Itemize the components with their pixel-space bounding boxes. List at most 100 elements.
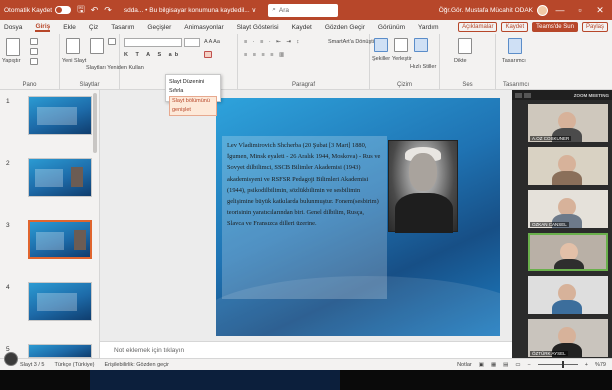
group-label-drawing: Çizim xyxy=(397,82,412,88)
tab-file[interactable]: Dosya xyxy=(4,24,22,31)
font-grow-shrink[interactable]: A A Aa xyxy=(204,39,220,45)
maximize-button[interactable]: ▫ xyxy=(572,5,588,15)
share-button[interactable]: Paylaş xyxy=(581,22,608,32)
dictate-icon[interactable] xyxy=(458,38,472,54)
title-bar: Otomatik Kaydet 🖫 ↶ ↷ sdda... • Bu bilgi… xyxy=(0,0,612,20)
accessibility-checker[interactable]: Erişilebilirlik: Gözden geçir xyxy=(105,362,170,368)
arrange-label[interactable]: Yerleştir xyxy=(392,56,412,62)
video-tile-active-speaker[interactable] xyxy=(528,233,608,271)
shapes-icon[interactable] xyxy=(374,38,388,52)
font-style-buttons[interactable]: K T A S ab xyxy=(124,52,181,58)
paste-label[interactable]: Yapıştır xyxy=(2,58,21,64)
dictate-label[interactable]: Dikte xyxy=(454,58,467,64)
zoom-in-icon[interactable]: + xyxy=(585,362,588,368)
video-tile[interactable]: A.OZ COSKUNER xyxy=(528,104,608,142)
slideshow-icon[interactable]: ▭ xyxy=(515,362,520,368)
participant-name: OZKAN CANSEL xyxy=(530,222,569,227)
user-account[interactable]: Öğr.Gör. Mustafa Mücahit ODAK — ▫ ✕ xyxy=(439,4,608,16)
close-button[interactable]: ✕ xyxy=(592,5,608,16)
video-tile[interactable] xyxy=(528,147,608,185)
copy-icon[interactable] xyxy=(30,48,38,55)
tab-home[interactable]: Giriş xyxy=(35,23,51,32)
quick-styles-label[interactable]: Hızlı Stiller xyxy=(410,64,436,70)
video-tile[interactable]: OZKAN CANSEL xyxy=(528,190,608,228)
menu-item-reset-layout[interactable]: Slayt Düzenini Sıfırla xyxy=(169,78,217,96)
undo-icon[interactable]: ↶ xyxy=(91,5,99,16)
layout-menu-popup: Slayt Düzenini Sıfırla Slayt bölümünü ge… xyxy=(165,74,221,116)
avatar[interactable] xyxy=(537,4,548,16)
reuse-slides-icon[interactable] xyxy=(90,38,104,54)
shapes-label[interactable]: Şekiller xyxy=(372,56,390,62)
group-label-paragraph: Paragraf xyxy=(291,82,315,88)
arrange-icon[interactable] xyxy=(394,38,408,52)
new-slide-label[interactable]: Yeni Slayt xyxy=(62,58,86,64)
video-call-panel: ZOOM MEETING A.OZ COSKUNER OZKAN CANSEL … xyxy=(512,90,612,358)
list-buttons[interactable]: ≡ · ≡ · ⇤ ⇥ ↕ xyxy=(244,39,301,45)
layout-icon[interactable] xyxy=(108,38,116,45)
zoom-level[interactable]: %79 xyxy=(595,362,606,368)
notes-button[interactable]: Notlar xyxy=(457,362,472,368)
group-label-voice: Ses xyxy=(462,82,473,88)
designer-icon[interactable] xyxy=(508,38,522,54)
slide-thumbnail-1[interactable] xyxy=(28,96,92,135)
slide-thumbnail-5[interactable] xyxy=(28,344,92,358)
thumb-number: 1 xyxy=(6,98,10,105)
slide-text-box[interactable]: Lev Vladimirovich Shcherba (20 Şubat [3 … xyxy=(222,136,387,299)
participant-name: ÖZTÜRK AYSEL xyxy=(530,351,568,356)
slide-thumbnail-2[interactable] xyxy=(28,158,92,197)
save-icon[interactable]: 🖫 xyxy=(77,2,85,18)
group-designer: Tasarımcı Tasarımcı xyxy=(496,34,536,90)
video-tile[interactable] xyxy=(528,276,608,314)
tab-record[interactable]: Kaydet xyxy=(292,24,312,31)
notes-area[interactable]: Not eklemek için tıklayın xyxy=(100,341,512,358)
panel-header-icon[interactable] xyxy=(515,92,522,98)
status-bar: Slayt 3 / 5 Türkçe (Türkiye) Erişilebili… xyxy=(0,358,612,370)
document-title[interactable]: sdda... • Bu bilgisayar konumuna kaydedi… xyxy=(124,6,256,14)
tab-design[interactable]: Tasarım xyxy=(111,24,134,31)
portrait-image[interactable] xyxy=(388,140,458,233)
tab-help[interactable]: Yardım xyxy=(418,24,438,31)
menu-item-expand-section[interactable]: Slayt bölümünü genişlet xyxy=(169,96,217,116)
slide-thumbnail-4[interactable] xyxy=(28,282,92,321)
slide-sorter-icon[interactable]: ▦ xyxy=(491,362,496,368)
language-indicator[interactable]: Türkçe (Türkiye) xyxy=(54,362,94,368)
slide-counter: Slayt 3 / 5 xyxy=(20,361,45,368)
align-buttons[interactable]: ≡ ≡ ≡ ≡ ▥ xyxy=(244,52,286,58)
reading-view-icon[interactable]: ▤ xyxy=(503,362,508,368)
autosave-toggle[interactable]: Otomatik Kaydet xyxy=(4,6,72,14)
search-icon: ⌕ xyxy=(272,6,276,13)
search-box[interactable]: ⌕ Ara xyxy=(268,3,339,17)
cut-icon[interactable] xyxy=(30,38,38,45)
tab-animations[interactable]: Animasyonlar xyxy=(184,24,223,31)
present-teams-button[interactable]: Teams'de Sun xyxy=(532,22,578,32)
quick-styles-icon[interactable] xyxy=(414,38,428,52)
font-color-icon[interactable] xyxy=(204,51,212,58)
zoom-slider[interactable] xyxy=(537,361,578,368)
record-indicator-icon[interactable] xyxy=(4,352,18,366)
font-name-dropdown[interactable] xyxy=(124,38,182,47)
thumbnails-scrollbar[interactable] xyxy=(93,93,97,153)
tab-insert[interactable]: Ekle xyxy=(63,24,76,31)
video-tile[interactable]: ÖZTÜRK AYSEL xyxy=(528,319,608,357)
tab-draw[interactable]: Çiz xyxy=(89,24,98,31)
taskbar-highlight xyxy=(90,370,340,390)
tab-transitions[interactable]: Geçişler xyxy=(147,24,171,31)
record-button[interactable]: Kaydet xyxy=(501,22,529,32)
new-slide-icon[interactable] xyxy=(66,38,80,54)
paste-icon[interactable] xyxy=(6,38,20,56)
font-size-dropdown[interactable] xyxy=(184,38,200,47)
slide-thumbnail-3[interactable] xyxy=(28,220,92,259)
toggle-switch[interactable] xyxy=(55,6,72,14)
normal-view-icon[interactable]: ▣ xyxy=(479,362,484,368)
current-slide[interactable]: Lev Vladimirovich Shcherba (20 Şubat [3 … xyxy=(216,98,500,336)
zoom-out-icon[interactable]: − xyxy=(528,362,531,368)
panel-header-icon[interactable] xyxy=(524,92,531,98)
format-painter-icon[interactable] xyxy=(30,58,38,65)
designer-label[interactable]: Tasarımcı xyxy=(502,58,526,64)
tab-view[interactable]: Görünüm xyxy=(378,24,405,31)
redo-icon[interactable]: ↷ xyxy=(104,5,112,16)
comments-button[interactable]: Açıklamalar xyxy=(458,22,498,32)
tab-review[interactable]: Gözden Geçir xyxy=(325,24,365,31)
minimize-button[interactable]: — xyxy=(552,5,568,15)
tab-slideshow[interactable]: Slayt Gösterisi xyxy=(237,24,279,31)
